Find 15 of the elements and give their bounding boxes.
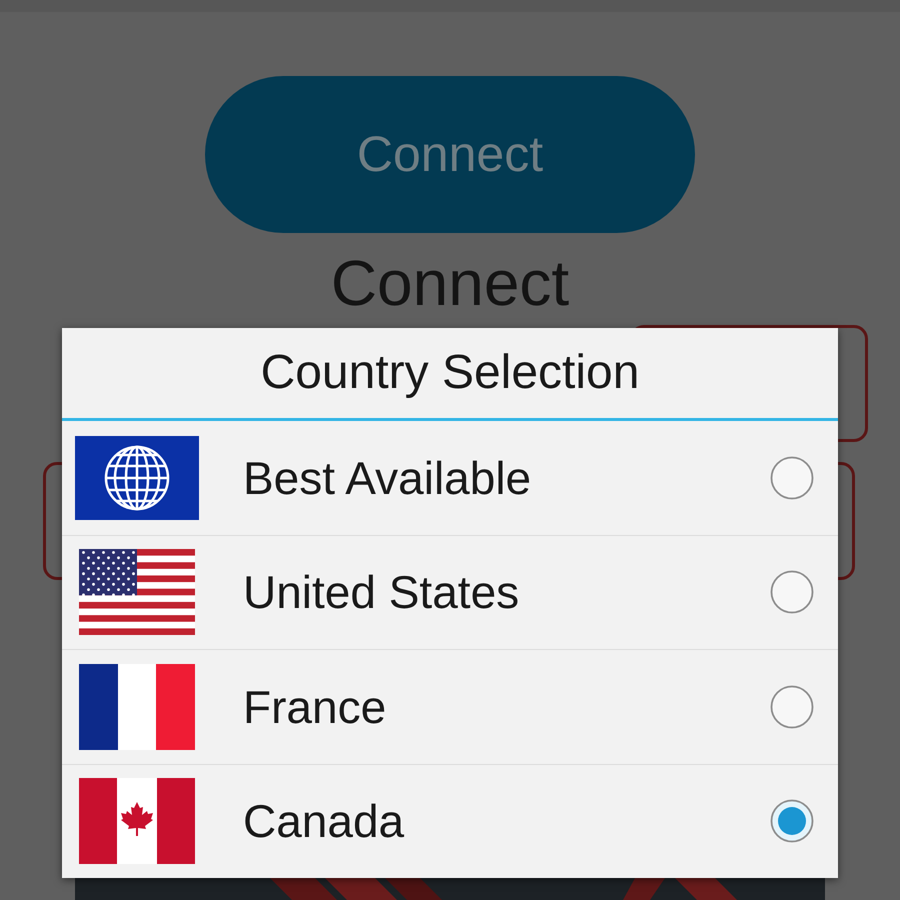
globe-icon bbox=[75, 436, 199, 520]
us-flag-icon bbox=[79, 549, 195, 636]
option-label: United States bbox=[243, 565, 520, 620]
status-text: Connect bbox=[330, 246, 570, 321]
radio-button[interactable] bbox=[770, 570, 814, 614]
radio-button[interactable] bbox=[770, 799, 814, 844]
option-label: France bbox=[243, 680, 388, 734]
connect-button[interactable]: Connect bbox=[205, 76, 695, 233]
radio-button[interactable] bbox=[770, 456, 814, 500]
option-label: Canada bbox=[243, 794, 406, 848]
france-flag-icon bbox=[79, 664, 195, 750]
dialog-title: Country Selection bbox=[260, 345, 640, 401]
option-label: Best Available bbox=[243, 450, 532, 505]
radio-button[interactable] bbox=[770, 684, 814, 729]
canada-flag-icon bbox=[79, 778, 195, 864]
